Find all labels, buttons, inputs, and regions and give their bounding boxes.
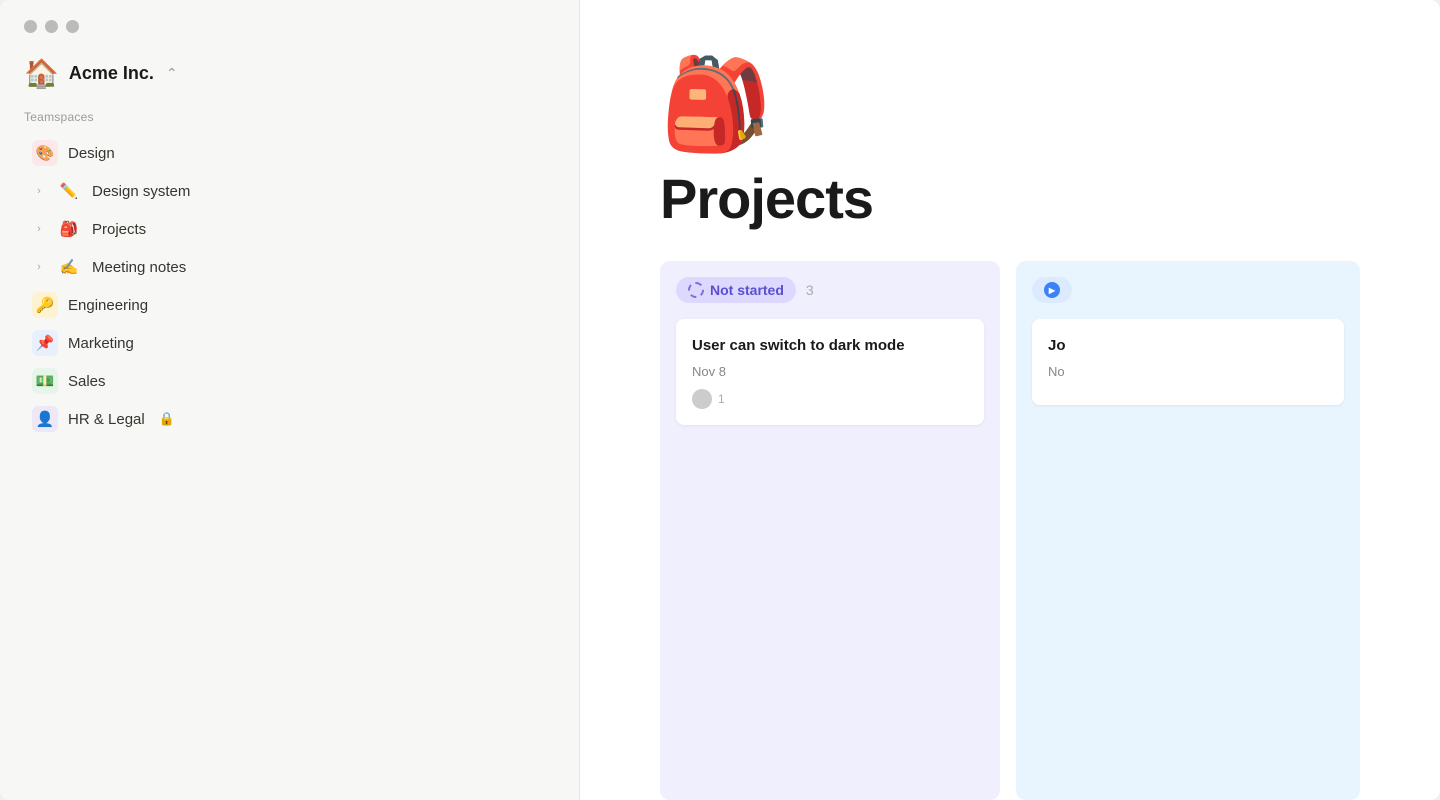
workspace-emoji: 🏠 xyxy=(24,57,59,90)
in-progress-play-icon: ▶ xyxy=(1044,282,1060,298)
card-avatar xyxy=(692,389,712,409)
card-jo-date: No xyxy=(1048,364,1328,379)
chevron-icon: › xyxy=(32,223,46,235)
page-emoji: 🎒 xyxy=(660,60,772,150)
sidebar-item-meeting-notes[interactable]: › ✍️ Meeting notes xyxy=(8,248,571,286)
column-in-progress-header: ▶ xyxy=(1032,277,1344,303)
window-controls xyxy=(0,0,579,49)
page-header: 🎒 Projects xyxy=(580,0,1440,261)
board-area: Not started 3 User can switch to dark mo… xyxy=(580,261,1440,800)
sidebar-item-hr[interactable]: 👤 HR & Legal 🔒 xyxy=(8,400,571,438)
projects-icon: 🎒 xyxy=(60,220,79,238)
not-started-count: 3 xyxy=(806,282,814,298)
app-window: 🏠 Acme Inc. ⌃ Teamspaces 🎨 Design › ✏️ D… xyxy=(0,0,1440,800)
workspace-name: Acme Inc. xyxy=(69,63,154,84)
workspace-chevron-icon: ⌃ xyxy=(166,65,178,82)
close-button[interactable] xyxy=(24,20,37,33)
card-dark-mode-date: Nov 8 xyxy=(692,364,968,379)
sales-icon: 💵 xyxy=(36,372,55,390)
design-icon: 🎨 xyxy=(36,144,55,162)
projects-icon-wrapper: 🎒 xyxy=(56,216,82,242)
engineering-icon-wrapper: 🔑 xyxy=(32,292,58,318)
sidebar-item-engineering[interactable]: 🔑 Engineering xyxy=(8,286,571,324)
column-not-started-header: Not started 3 xyxy=(676,277,984,303)
not-started-circle-icon xyxy=(688,282,704,298)
engineering-icon: 🔑 xyxy=(36,296,55,314)
chevron-icon: › xyxy=(32,185,46,197)
maximize-button[interactable] xyxy=(66,20,79,33)
column-not-started: Not started 3 User can switch to dark mo… xyxy=(660,261,1000,800)
sidebar-item-projects[interactable]: › 🎒 Projects xyxy=(8,210,571,248)
card-jo-title: Jo xyxy=(1048,335,1328,356)
marketing-icon-wrapper: 📌 xyxy=(32,330,58,356)
sales-icon-wrapper: 💵 xyxy=(32,368,58,394)
hr-icon-wrapper: 👤 xyxy=(32,406,58,432)
design-system-icon-wrapper: ✏️ xyxy=(56,178,82,204)
main-content: 🎒 Projects Not started 3 User can switch… xyxy=(580,0,1440,800)
minimize-button[interactable] xyxy=(45,20,58,33)
design-icon-wrapper: 🎨 xyxy=(32,140,58,166)
sidebar-item-design[interactable]: 🎨 Design xyxy=(8,134,571,172)
workspace-header[interactable]: 🏠 Acme Inc. ⌃ xyxy=(0,49,579,110)
lock-icon: 🔒 xyxy=(159,411,175,427)
chevron-icon: › xyxy=(32,261,46,273)
not-started-badge[interactable]: Not started xyxy=(676,277,796,303)
not-started-label: Not started xyxy=(710,282,784,298)
card-dark-mode-meta: 1 xyxy=(692,389,968,409)
teamspaces-label: Teamspaces xyxy=(0,110,579,134)
sidebar-item-projects-label: Projects xyxy=(92,221,146,238)
sidebar-item-design-label: Design xyxy=(68,145,115,162)
sidebar-item-meeting-notes-label: Meeting notes xyxy=(92,259,186,276)
card-dark-mode-title: User can switch to dark mode xyxy=(692,335,968,356)
sidebar-item-design-system[interactable]: › ✏️ Design system xyxy=(8,172,571,210)
meeting-notes-icon: ✍️ xyxy=(60,258,79,276)
sidebar-item-design-system-label: Design system xyxy=(92,183,190,200)
card-jo[interactable]: Jo No xyxy=(1032,319,1344,405)
card-comment-count: 1 xyxy=(718,392,725,406)
meeting-notes-icon-wrapper: ✍️ xyxy=(56,254,82,280)
sidebar: 🏠 Acme Inc. ⌃ Teamspaces 🎨 Design › ✏️ D… xyxy=(0,0,580,800)
card-dark-mode[interactable]: User can switch to dark mode Nov 8 1 xyxy=(676,319,984,425)
sidebar-item-sales-label: Sales xyxy=(68,373,106,390)
sidebar-item-hr-label: HR & Legal xyxy=(68,411,145,428)
sidebar-item-marketing-label: Marketing xyxy=(68,335,134,352)
column-in-progress: ▶ Jo No xyxy=(1016,261,1360,800)
marketing-icon: 📌 xyxy=(36,334,55,352)
in-progress-badge[interactable]: ▶ xyxy=(1032,277,1072,303)
sidebar-item-engineering-label: Engineering xyxy=(68,297,148,314)
design-system-icon: ✏️ xyxy=(60,182,79,200)
hr-icon: 👤 xyxy=(36,410,55,428)
sidebar-item-sales[interactable]: 💵 Sales xyxy=(8,362,571,400)
page-title: Projects xyxy=(660,166,873,231)
sidebar-item-marketing[interactable]: 📌 Marketing xyxy=(8,324,571,362)
